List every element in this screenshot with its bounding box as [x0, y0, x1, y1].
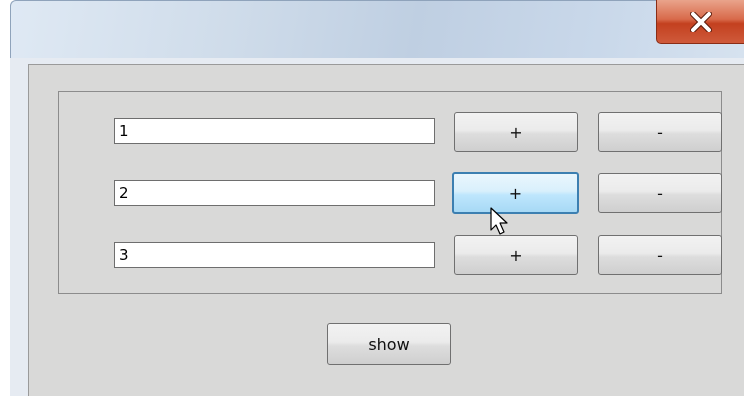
value-textbox-2[interactable]	[114, 180, 435, 206]
close-button[interactable]	[656, 0, 744, 44]
minus-button-1[interactable]: -	[598, 112, 722, 152]
desktop-edge	[0, 0, 10, 396]
mouse-pointer-icon	[490, 207, 512, 237]
minus-button-2[interactable]: -	[598, 173, 722, 213]
plus-button-2[interactable]: +	[452, 172, 579, 214]
title-bar[interactable]	[10, 0, 744, 59]
plus-button-3[interactable]: +	[454, 235, 578, 275]
value-textbox-1[interactable]	[114, 118, 435, 144]
app-window: + - + - + - show	[0, 0, 744, 396]
minus-button-3[interactable]: -	[598, 235, 722, 275]
counter-group-box: + - + - + -	[58, 91, 722, 294]
value-textbox-3[interactable]	[114, 242, 435, 268]
close-x-icon	[689, 11, 713, 32]
plus-button-1[interactable]: +	[454, 112, 578, 152]
client-area: + - + - + - show	[28, 64, 744, 396]
show-button[interactable]: show	[327, 323, 451, 365]
